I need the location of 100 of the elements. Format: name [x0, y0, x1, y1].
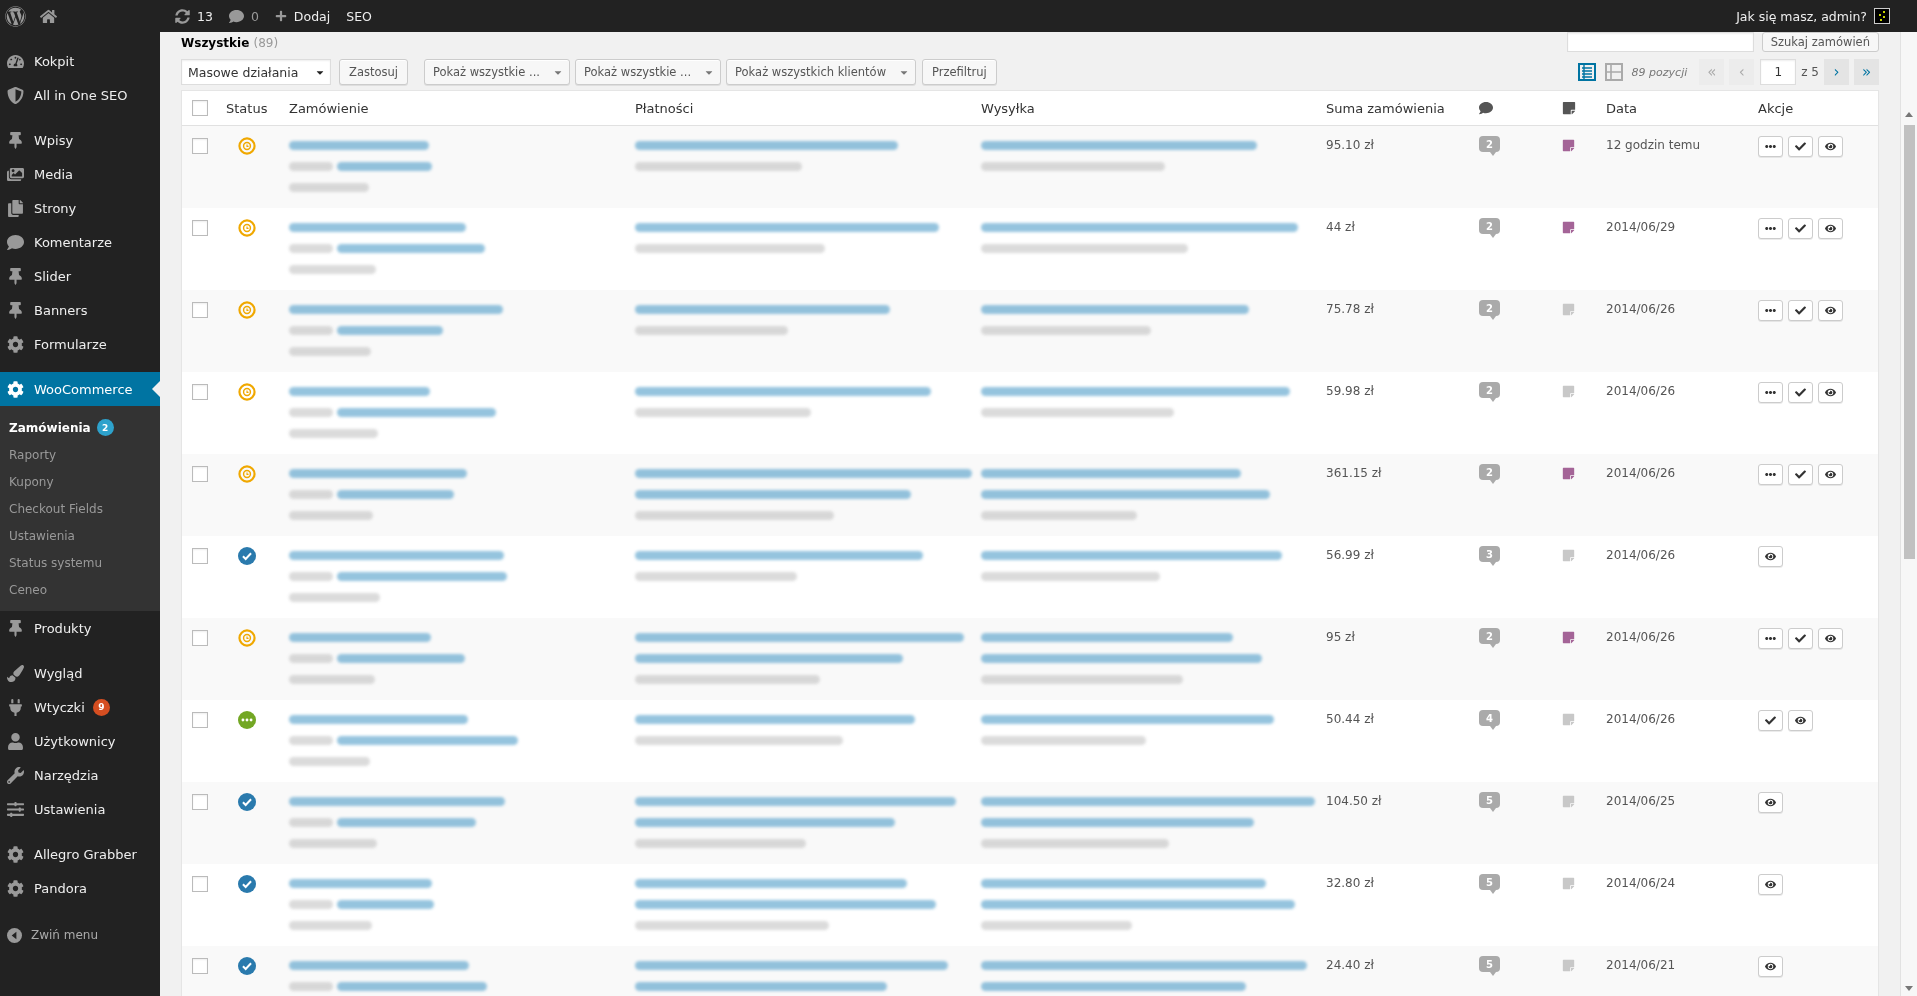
menu-item[interactable]: Media	[0, 157, 160, 191]
row-checkbox[interactable]	[192, 466, 208, 482]
row-checkbox[interactable]	[192, 630, 208, 646]
row-checkbox[interactable]	[192, 712, 208, 728]
row-checkbox[interactable]	[192, 876, 208, 892]
row-checkbox[interactable]	[192, 138, 208, 154]
seo-link[interactable]: SEO	[338, 0, 380, 32]
last-page-button[interactable]: »	[1854, 59, 1879, 85]
scrollbar-thumb[interactable]	[1903, 125, 1915, 559]
menu-item[interactable]: Ustawienia	[0, 792, 160, 826]
row-checkbox[interactable]	[192, 958, 208, 974]
submenu-item[interactable]: Zamówienia 2	[0, 414, 160, 441]
check-button[interactable]	[1788, 464, 1813, 485]
view-button[interactable]	[1758, 792, 1783, 813]
row-checkbox[interactable]	[192, 220, 208, 236]
apply-button[interactable]: Zastosuj	[339, 59, 408, 85]
submenu-item[interactable]: Raporty	[0, 441, 160, 468]
view-button[interactable]	[1818, 136, 1843, 157]
note-icon	[1562, 101, 1576, 115]
order-date: 2014/06/26	[1606, 383, 1676, 400]
view-button[interactable]	[1818, 218, 1843, 239]
check-button[interactable]	[1758, 710, 1783, 731]
search-button[interactable]: Szukaj zamówień	[1761, 32, 1879, 52]
menu-item[interactable]: Strony	[0, 191, 160, 225]
menu-item[interactable]: Użytkownicy	[0, 724, 160, 758]
ellipsis-button[interactable]	[1758, 382, 1783, 403]
page-field[interactable]: 1	[1760, 59, 1797, 85]
check-button[interactable]	[1788, 136, 1813, 157]
menu-item[interactable]: Pandora	[0, 871, 160, 905]
menu-item[interactable]: Allegro Grabber	[0, 837, 160, 871]
view-button[interactable]	[1788, 710, 1813, 731]
next-page-button[interactable]: ›	[1824, 59, 1849, 85]
order-date: 2014/06/26	[1606, 711, 1676, 728]
scrollbar[interactable]	[1900, 32, 1917, 996]
view-button[interactable]	[1758, 956, 1783, 977]
submenu-item[interactable]: Ustawienia	[0, 522, 160, 549]
logo-icon[interactable]	[5, 5, 26, 27]
bulk-actions-select[interactable]: Masowe działania	[181, 59, 331, 85]
menu-item[interactable]: Wygląd	[0, 656, 160, 690]
view-button[interactable]	[1758, 546, 1783, 567]
collapse-menu-link[interactable]: Zwiń menu	[0, 918, 160, 952]
eye-icon	[1825, 223, 1836, 234]
filter-button[interactable]: Przefiltruj	[922, 59, 997, 85]
column-header: Status	[226, 100, 268, 116]
clock-icon	[238, 628, 256, 647]
filter-dropdown[interactable]: Pokaż wszystkie ...	[423, 59, 570, 85]
arrow-up-icon[interactable]	[1905, 112, 1913, 117]
ellipsis-button[interactable]	[1758, 628, 1783, 649]
count-badge: 2	[96, 419, 114, 436]
submenu-item[interactable]: Ceneo	[0, 576, 160, 603]
comments-link[interactable]: 0	[220, 0, 267, 32]
row-checkbox[interactable]	[192, 384, 208, 400]
check-button[interactable]	[1788, 300, 1813, 321]
gear-icon	[6, 879, 24, 897]
row-checkbox[interactable]	[192, 794, 208, 810]
view-button[interactable]	[1818, 300, 1843, 321]
menu-item[interactable]: Komentarze	[0, 225, 160, 259]
menu-item[interactable]: Produkty	[0, 611, 160, 645]
ellipsis-button[interactable]	[1758, 218, 1783, 239]
filter-dropdown[interactable]: Pokaż wszystkie ...	[575, 59, 722, 85]
menu-item[interactable]: All in One SEO	[0, 78, 160, 112]
new-link[interactable]: Dodaj	[266, 0, 339, 32]
ellipsis-button[interactable]	[1758, 300, 1783, 321]
view-button[interactable]	[1818, 464, 1843, 485]
updates-link[interactable]: 13	[167, 0, 221, 32]
menu-item[interactable]: Banners	[0, 293, 160, 327]
menu-item[interactable]: Kokpit	[0, 44, 160, 78]
home-icon[interactable]	[40, 7, 57, 25]
select-all-checkbox[interactable]	[192, 100, 208, 116]
account-link[interactable]: Jak się masz, admin?	[1728, 0, 1890, 32]
arrow-down-icon[interactable]	[1905, 986, 1913, 991]
view-button[interactable]	[1818, 628, 1843, 649]
check-button[interactable]	[1788, 628, 1813, 649]
menu-item[interactable]: Wtyczki 9	[0, 690, 160, 724]
search-field[interactable]	[1566, 32, 1754, 52]
check-button[interactable]	[1788, 218, 1813, 239]
order-date: 2014/06/24	[1606, 875, 1676, 892]
ellipsis-button[interactable]	[1758, 464, 1783, 485]
menu-item[interactable]: Formularze	[0, 327, 160, 361]
wrench-icon	[6, 766, 24, 784]
menu-item[interactable]: Wpisy	[0, 123, 160, 157]
items-count: 89 pozycji	[1631, 65, 1688, 79]
view-link[interactable]: Wszystkie (89)	[181, 34, 279, 52]
view-button[interactable]	[1758, 874, 1783, 895]
row-checkbox[interactable]	[192, 548, 208, 564]
menu-item[interactable]: WooCommerce	[0, 372, 160, 406]
submenu-item[interactable]: Status systemu	[0, 549, 160, 576]
submenu-item[interactable]: Checkout Fields	[0, 495, 160, 522]
view-button[interactable]	[1818, 382, 1843, 403]
menu-item[interactable]: Narzędzia	[0, 758, 160, 792]
row-checkbox[interactable]	[192, 302, 208, 318]
check-circle-icon	[238, 956, 256, 975]
check-button[interactable]	[1788, 382, 1813, 403]
column-header: Suma zamówienia	[1326, 100, 1445, 116]
blurred-text	[289, 736, 333, 745]
list-view-icon[interactable]	[1577, 63, 1596, 81]
filter-dropdown[interactable]: Pokaż wszystkich klientów	[726, 59, 917, 85]
menu-item[interactable]: Slider	[0, 259, 160, 293]
submenu-item[interactable]: Kupony	[0, 468, 160, 495]
ellipsis-button[interactable]	[1758, 136, 1783, 157]
